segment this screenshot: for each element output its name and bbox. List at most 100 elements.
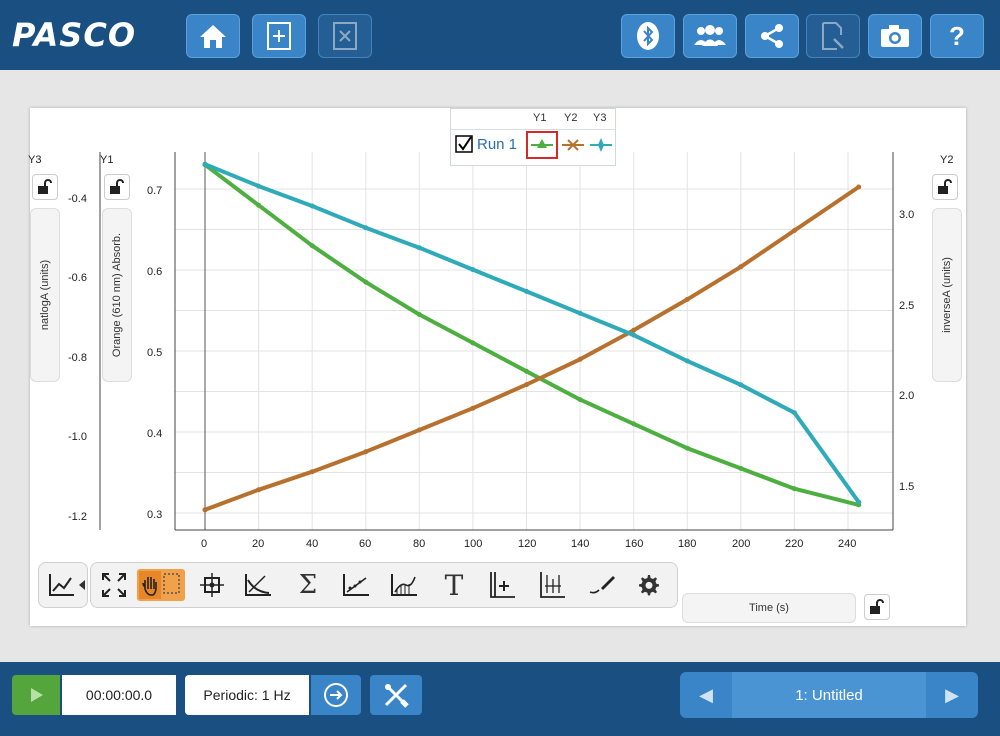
data-point-y2: [791, 228, 797, 233]
run-checkbox[interactable]: [455, 135, 473, 153]
data-point-y2: [363, 449, 369, 455]
series-line-y3: [203, 162, 861, 505]
data-point-y1: [791, 486, 797, 492]
data-point-y1: [416, 312, 422, 317]
x-axis-label: Time (s): [749, 602, 789, 614]
page-navigator: ◀ 1: Untitled ▶: [680, 672, 978, 718]
data-point-y3: [577, 310, 583, 316]
start-button[interactable]: [12, 675, 60, 715]
elapsed-time: 00:00:00.0: [62, 675, 176, 715]
data-point-y2: [684, 296, 690, 302]
next-page-icon: ▶: [945, 684, 959, 705]
data-point-y2: [738, 264, 744, 270]
data-point-y1: [470, 340, 476, 346]
data-point-y2: [577, 356, 583, 362]
data-point-y3: [309, 203, 315, 209]
x-measurement-selector[interactable]: Time (s): [682, 593, 856, 623]
data-point-y1: [309, 243, 315, 249]
slope-icon: [245, 574, 271, 596]
area-icon: [391, 574, 417, 596]
curve-fit-button[interactable]: [339, 569, 373, 601]
x-tick: 160: [625, 538, 644, 550]
data-point-y2: [631, 327, 637, 333]
graph-legend: Y1 Y2 Y3 Run 1: [450, 108, 616, 166]
sampling-options-button[interactable]: [311, 675, 361, 715]
next-page-button[interactable]: ▶: [926, 672, 978, 718]
legend-y1-selected-box[interactable]: [526, 131, 558, 159]
play-icon: [31, 688, 43, 702]
statistics-button[interactable]: Σ: [291, 569, 325, 601]
x-tick: 20: [252, 538, 265, 550]
scale-to-fit-button[interactable]: [97, 569, 131, 601]
coordinates-button[interactable]: [195, 569, 229, 601]
x-tick: 100: [464, 538, 483, 550]
area-button[interactable]: [387, 569, 421, 601]
settings-icon: [639, 575, 659, 596]
legend-y1-header: Y1: [533, 112, 547, 124]
legend-y1-marker: [531, 139, 553, 148]
data-point-y2: [202, 507, 208, 513]
data-point-y3: [363, 225, 369, 231]
graph-settings-button[interactable]: [631, 569, 665, 601]
coordinates-icon: [200, 573, 224, 597]
x-tick: 200: [732, 538, 751, 550]
statistics-icon: Σ: [298, 570, 318, 600]
data-point-y3: [256, 183, 262, 189]
data-point-y3: [684, 358, 690, 364]
x-tick: 80: [413, 538, 426, 550]
draw-prediction-button[interactable]: [585, 569, 619, 601]
data-point-y3: [524, 288, 529, 294]
data-point-y3: [791, 410, 797, 416]
x-tick: 140: [571, 538, 590, 550]
curve-fit-icon: [343, 574, 369, 596]
legend-y3-marker[interactable]: [589, 135, 613, 155]
page-title[interactable]: 1: Untitled: [732, 672, 926, 718]
data-point-y1: [631, 421, 637, 427]
legend-y2-marker[interactable]: [561, 135, 585, 155]
data-point-y1: [363, 279, 369, 285]
data-point-y3: [470, 267, 476, 273]
data-point-y1: [256, 202, 262, 208]
data-point-y2: [470, 405, 476, 411]
add-axis-icon: [490, 572, 515, 598]
recording-conditions-icon: [324, 683, 348, 707]
select-tool-icon: [139, 571, 180, 599]
data-point-y1: [577, 397, 583, 403]
data-point-y2: [256, 487, 262, 493]
tools-button[interactable]: [370, 675, 422, 715]
tools-icon: [384, 683, 409, 708]
select-tool-button[interactable]: [137, 569, 185, 601]
run-label: Run 1: [477, 136, 518, 153]
data-point-y1: [738, 465, 744, 471]
legend-y2-header: Y2: [564, 112, 578, 124]
sampling-mode-display[interactable]: Periodic: 1 Hz: [185, 675, 309, 715]
add-plot-button[interactable]: [535, 569, 569, 601]
x-tick: 0: [201, 538, 208, 550]
data-point-y2: [856, 184, 862, 190]
graph-type-button[interactable]: [38, 562, 88, 608]
series-line-y2: [203, 185, 861, 512]
data-point-y3: [856, 499, 862, 505]
data-point-y3: [416, 245, 422, 251]
series-line-y1: [203, 162, 861, 507]
data-point-y2: [524, 382, 529, 388]
scale-to-fit-icon: [102, 573, 126, 597]
draw-prediction-icon: [589, 576, 615, 594]
x-tick: 240: [838, 538, 857, 550]
expand-arrow-icon: [79, 580, 85, 590]
data-point-y3: [631, 332, 637, 338]
data-point-y1: [524, 368, 529, 374]
graph-type-icon: [49, 574, 74, 596]
add-plot-icon: [540, 572, 565, 598]
add-axis-button[interactable]: [485, 569, 519, 601]
data-point-y1: [684, 445, 690, 451]
slope-tool-button[interactable]: [241, 569, 275, 601]
graph-tool-palette: Σ T: [90, 562, 678, 608]
data-point-y3: [738, 382, 744, 388]
x-tick: 40: [306, 538, 319, 550]
data-point-y2: [416, 427, 422, 433]
annotation-button[interactable]: T: [437, 569, 471, 602]
x-tick: 60: [359, 538, 372, 550]
x-tick: 180: [678, 538, 697, 550]
previous-page-button[interactable]: ◀: [680, 672, 732, 718]
